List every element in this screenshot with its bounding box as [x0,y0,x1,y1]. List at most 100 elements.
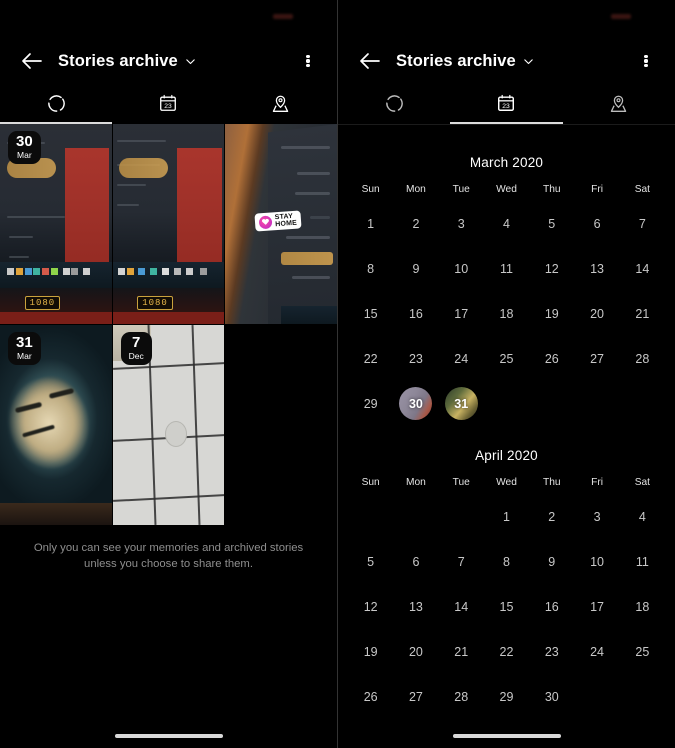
calendar-day-cell[interactable]: 24 [574,633,619,670]
calendar-day-cell[interactable]: 16 [393,295,438,332]
calendar-day-cell[interactable]: 8 [484,543,529,580]
calendar-day-cell[interactable]: 10 [439,250,484,287]
calendar-day-cell[interactable]: 23 [529,633,574,670]
more-options-button[interactable] [293,44,323,78]
calendar-day-cell[interactable]: 2 [393,205,438,242]
calendar-day-cell[interactable]: 14 [439,588,484,625]
calendar-day-cell[interactable]: 4 [484,205,529,242]
stories-grid: 1080 30 Mar 1080 STAY HOME 31 Mar 7 Dec [0,124,337,525]
calendar-day-cell[interactable]: 11 [484,250,529,287]
calendar-day-cell[interactable]: 1 [348,205,393,242]
calendar-day-number: 30 [408,396,423,411]
calendar-day-cell[interactable]: 28 [439,678,484,715]
calendar-day-cell[interactable]: 16 [529,588,574,625]
calendar-day-cell[interactable]: 8 [348,250,393,287]
calendar-day-cell[interactable]: 26 [348,678,393,715]
calendar-day-cell[interactable]: 3 [439,205,484,242]
calendar-day-cell[interactable]: 22 [348,340,393,377]
calendar-day-cell[interactable]: 26 [529,340,574,377]
calendar-day-cell[interactable]: 21 [620,295,665,332]
calendar-day-story-thumbnail[interactable]: 30 [399,387,433,420]
calendar-day-cell[interactable]: 23 [393,340,438,377]
calendar-day-cell[interactable]: 20 [574,295,619,332]
calendar-day-number: 11 [500,261,513,276]
tab-calendar[interactable]: 23 [112,84,224,122]
calendar-day-cell[interactable]: 12 [529,250,574,287]
calendar-day-number: 9 [412,261,420,276]
calendar-day-cell[interactable]: 18 [620,588,665,625]
more-options-button[interactable] [631,44,661,78]
calendar-day-cell[interactable]: 10 [574,543,619,580]
story-image: STAY HOME [225,124,337,324]
calendar-day-cell[interactable]: 14 [620,250,665,287]
calendar-day-cell[interactable]: 27 [574,340,619,377]
story-thumbnail[interactable]: STAY HOME [225,124,337,324]
calendar-day-cell[interactable]: 21 [439,633,484,670]
calendar-scroll-area[interactable]: March 2020 Sun Mon Tue Wed Thu Fri Sat 1 2 3 4 5 6 7 8 9… [338,125,675,715]
calendar-day-cell[interactable]: 24 [439,340,484,377]
calendar-day-cell[interactable]: 25 [484,340,529,377]
archive-title-dropdown[interactable]: Stories archive [396,52,534,71]
home-indicator[interactable] [114,734,223,738]
calendar-day-cell[interactable]: 3 [574,498,619,535]
calendar-week-row: 1 2 3 4 [348,498,665,535]
home-indicator[interactable] [452,734,561,738]
calendar-day-cell[interactable]: 5 [348,543,393,580]
tab-calendar[interactable]: 23 [450,84,562,122]
calendar-day-cell[interactable]: 11 [620,543,665,580]
calendar-day-cell[interactable]: 6 [393,543,438,580]
calendar-day-number: 18 [499,306,514,321]
calendar-day-cell[interactable]: 20 [393,633,438,670]
calendar-day-cell[interactable]: 13 [574,250,619,287]
calendar-day-cell[interactable]: 9 [529,543,574,580]
calendar-day-cell[interactable]: 22 [484,633,529,670]
tab-stories[interactable] [0,84,112,122]
story-thumbnail[interactable]: 1080 30 Mar [0,124,112,324]
calendar-day-cell[interactable]: 6 [574,205,619,242]
calendar-day-number: 10 [590,554,605,569]
story-thumbnail[interactable]: 1080 [112,124,225,324]
calendar-day-cell[interactable]: 7 [439,543,484,580]
story-thumbnail[interactable]: 31 Mar [0,325,112,525]
calendar-day-cell[interactable]: 12 [348,588,393,625]
calendar-day-cell[interactable]: 30 [529,678,574,715]
back-button[interactable] [14,44,48,78]
calendar-day-cell[interactable]: 27 [393,678,438,715]
status-bar [0,0,337,38]
calendar-day-cell[interactable]: 29 [348,385,393,422]
calendar-day-cell[interactable]: 15 [348,295,393,332]
calendar-day-cell[interactable]: 13 [393,588,438,625]
calendar-day-cell[interactable]: 19 [529,295,574,332]
calendar-day-story-thumbnail[interactable]: 31 [444,387,478,420]
calendar-month-title: March 2020 [469,155,544,170]
calendar-weekday-header: Sun Mon Tue Wed Thu Fri Sat [348,477,665,490]
tab-map[interactable] [563,84,675,122]
app-header: Stories archive [0,38,337,84]
calendar-23-icon: 23 [498,94,515,111]
more-options-icon [644,53,648,69]
back-button[interactable] [352,44,386,78]
calendar-day-empty [348,498,393,535]
calendar-day-cell[interactable]: 30 [393,385,438,422]
calendar-day-cell[interactable]: 17 [574,588,619,625]
calendar-day-cell[interactable]: 15 [484,588,529,625]
calendar-day-cell[interactable]: 2 [529,498,574,535]
calendar-day-cell[interactable]: 5 [529,205,574,242]
calendar-day-cell[interactable]: 17 [439,295,484,332]
calendar-day-cell[interactable]: 18 [484,295,529,332]
calendar-day-cell[interactable]: 7 [620,205,665,242]
tab-stories[interactable] [338,84,450,122]
calendar-day-cell[interactable]: 31 [439,385,484,422]
calendar-day-cell[interactable]: 25 [620,633,665,670]
calendar-day-cell[interactable]: 29 [484,678,529,715]
archive-title-dropdown[interactable]: Stories archive [58,52,196,71]
calendar-day-cell[interactable]: 19 [348,633,393,670]
tab-map[interactable] [225,84,337,122]
calendar-day-cell[interactable]: 9 [393,250,438,287]
story-thumbnail[interactable]: 7 Dec [112,325,225,525]
calendar-day-cell[interactable]: 4 [620,498,665,535]
calendar-day-cell[interactable]: 1 [484,498,529,535]
calendar-day-cell[interactable]: 28 [620,340,665,377]
story-date-day: 30 [16,133,33,150]
calendar-weekday-label: Thu [543,477,561,488]
